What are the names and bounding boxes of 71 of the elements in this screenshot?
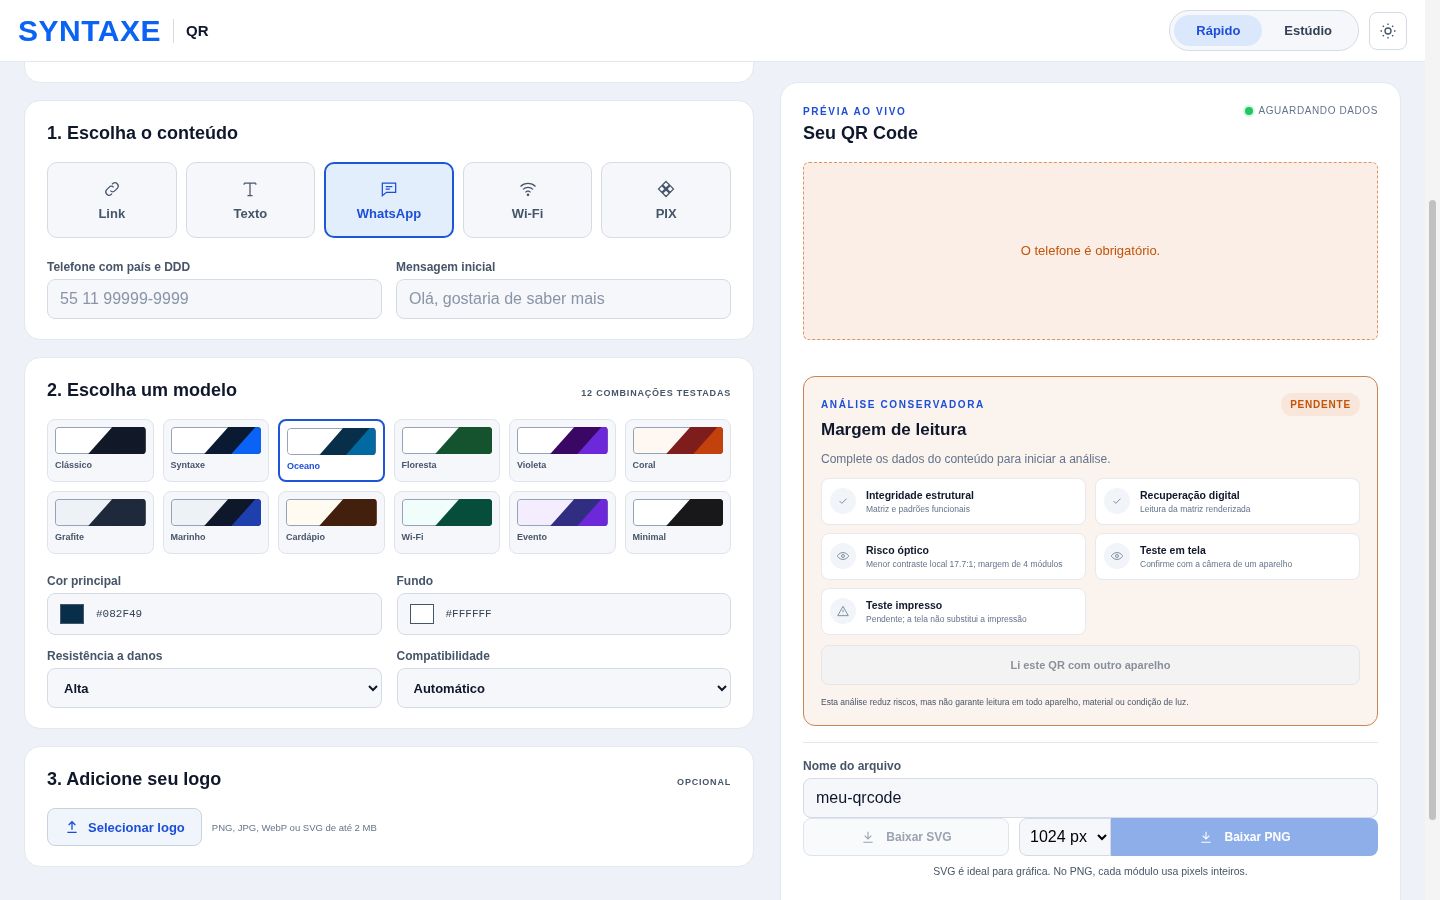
input-field[interactable]: 55 11 99999-9999	[47, 279, 382, 319]
check-detail: Matriz e padrões funcionais	[866, 503, 971, 514]
template-tile[interactable]: Marinho	[162, 491, 269, 554]
check-title: Risco óptico	[866, 543, 930, 556]
panel-title: Seu QR Code	[803, 122, 919, 144]
content-type-tile[interactable]: WhatsApp	[324, 162, 454, 238]
theme-button[interactable]	[1369, 11, 1407, 50]
field-label: Compatibilidade	[396, 649, 491, 663]
content-type-tile[interactable]: Link	[47, 162, 177, 238]
check-detail: Pendente; a tela não substitui a impressão	[866, 613, 1027, 624]
footnote: SVG é ideal para gráfica. No PNG, cada módulo usa pixels inteiros.	[932, 864, 1249, 877]
dropdown[interactable]: Alta	[47, 668, 382, 708]
template-tile[interactable]: Floresta	[393, 419, 500, 482]
section-title: 2. Escolha um modelo	[47, 380, 238, 401]
eyebrow-label: ANÁLISE CONSERVADORA	[821, 398, 985, 410]
check-title: Teste em tela	[1140, 543, 1207, 556]
field-label: Nome do arquivo	[803, 758, 902, 773]
section-title: 1. Escolha o conteúdo	[47, 123, 240, 144]
intro-text: Complete os dados do conteúdo para iniciar a análise.	[821, 451, 1112, 466]
template-tile[interactable]: Grafite	[47, 491, 154, 554]
disclaimer-text: Esta análise reduz riscos, mas não garante leitura em todo aparelho, material ou condição de luz.	[821, 696, 1190, 707]
input-field[interactable]: meu-qrcode	[803, 777, 1378, 818]
check-detail: Confirme com a câmera de um aparelho	[1140, 558, 1293, 569]
section-title: 3. Adicione seu logo	[47, 769, 222, 790]
check-title: Integridade estrutural	[866, 488, 974, 501]
template-tile[interactable]: Coral	[624, 419, 731, 482]
template-tile[interactable]: Violeta	[509, 419, 616, 482]
template-tile[interactable]: Oceano	[278, 419, 385, 482]
dropdown[interactable]: Automático	[396, 668, 731, 708]
color-field[interactable]: #FFFFFF	[396, 593, 731, 635]
content-type-tile[interactable]: Texto	[185, 162, 316, 238]
content-type-tile[interactable]: Wi-Fi	[462, 162, 593, 238]
check-detail: Menor contraste local 17.7:1; margem de 4 módulos	[866, 558, 1063, 569]
template-tile[interactable]: Syntaxe	[162, 419, 269, 482]
eyebrow-label: PRÉVIA AO VIVO	[803, 105, 907, 117]
warning-icon	[836, 604, 850, 618]
section-note: 12 COMBINAÇÕES TESTADAS	[581, 388, 731, 398]
brand-logo: SYNTAXE	[18, 13, 161, 48]
status-badge: PENDENTE	[1281, 392, 1360, 416]
sun-icon	[1379, 21, 1397, 40]
upload-icon	[64, 819, 80, 835]
scrollbar[interactable]	[1425, 0, 1440, 900]
error-message: O telefone é obrigatório.	[1020, 243, 1161, 258]
check-detail: Leitura da matriz renderizada	[1140, 503, 1251, 514]
content-type-tile[interactable]: PIX	[601, 162, 731, 238]
eye-icon	[1110, 549, 1124, 563]
template-tile[interactable]: Minimal	[624, 491, 731, 554]
template-tile[interactable]: Clássico	[47, 419, 154, 482]
check-title: Recuperação digital	[1140, 488, 1241, 501]
color-field[interactable]: #082F49	[47, 593, 382, 635]
mode-tab[interactable]: Estúdio	[1262, 15, 1354, 46]
field-label: Cor principal	[47, 574, 122, 588]
field-label: Telefone com país e DDD	[47, 260, 192, 274]
check-title: Teste impresso	[866, 598, 944, 611]
panel-title: Margem de leitura	[821, 419, 968, 440]
upload-button[interactable]: Selecionar logo	[47, 808, 202, 846]
size-dropdown[interactable]: 1024 px	[1019, 817, 1111, 856]
upload-hint: PNG, JPG, WebP ou SVG de até 2 MB	[211, 821, 377, 833]
diamond-icon	[656, 179, 677, 199]
template-tile[interactable]: Wi-Fi	[393, 491, 500, 554]
status-label: AGUARDANDO DADOS	[1258, 105, 1378, 116]
field-label: Resistência a danos	[47, 649, 164, 663]
eye-icon	[836, 549, 850, 563]
input-field[interactable]: Olá, gostaria de saber mais	[396, 279, 731, 319]
section-note: OPCIONAL	[677, 777, 731, 787]
field-label: Fundo	[396, 574, 435, 588]
product-name: QR	[185, 22, 209, 39]
template-tile[interactable]: Evento	[509, 491, 616, 554]
template-tile[interactable]: Cardápio	[278, 491, 385, 554]
mode-tab[interactable]: Rápido	[1174, 15, 1263, 46]
field-label: Mensagem inicial	[396, 260, 497, 274]
